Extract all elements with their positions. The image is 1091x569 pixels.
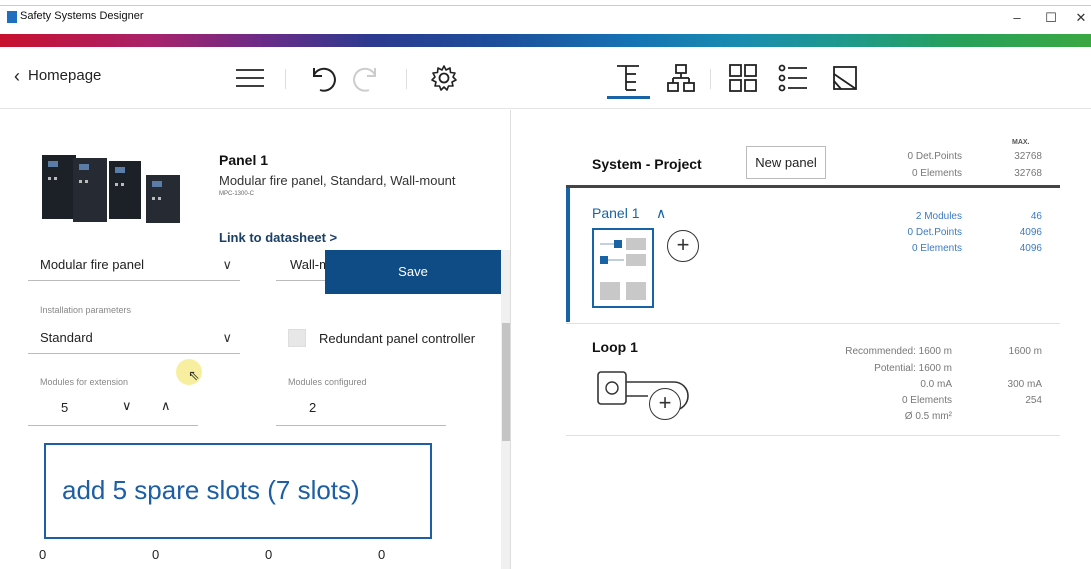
annotation-overlay: add 5 spare slots (7 slots) [44,443,432,539]
add-module-button[interactable]: + [667,230,699,262]
toolbar-divider [406,69,407,89]
system-tree-pane: System - Project New panel MAX. 0 Det.Po… [512,110,1091,569]
panel-code: MPC-1300-C [219,191,255,197]
selected-indicator [566,188,570,322]
panel-product-image [42,155,180,223]
chevron-up-icon[interactable]: ∧ [656,205,666,222]
mouse-pointer-icon: ⇖ [188,367,200,383]
loop-stat-max: 300 mA [1007,379,1042,390]
decrement-chevron-icon[interactable]: ∨ [122,398,132,414]
minimize-button[interactable]: – [1004,9,1030,27]
installation-select[interactable]: Standard ∨ [28,330,240,354]
chevron-down-icon: ∨ [222,257,232,272]
redundant-controller-label: Redundant panel controller [319,331,476,346]
close-button[interactable]: ✕ [1068,9,1091,27]
image-view-icon[interactable] [829,61,861,95]
loop-stat-label: 0.0 mA [920,379,952,390]
panel-type-select[interactable]: Modular fire panel ∨ [28,257,240,281]
panel-type-value: Modular fire panel [40,257,145,272]
loop-divider [566,435,1060,436]
system-stat-label: 0 Det.Points [907,151,962,162]
bottom-value-2: 0 [152,547,160,562]
system-stat-max: 32768 [1014,151,1042,162]
system-stat-max: 32768 [1014,168,1042,179]
window-title: Safety Systems Designer [20,10,144,22]
increment-chevron-icon[interactable]: ∧ [161,398,171,414]
panel-stat-max: 4096 [1019,243,1042,254]
toolbar-divider [285,69,286,89]
loop-stat-label: Ø 0.5 mm² [904,411,952,422]
scrollbar-thumb[interactable] [502,323,510,441]
panel-thumbnail[interactable] [592,228,654,308]
save-button[interactable]: Save [325,250,501,294]
system-title: System - Project [592,156,702,172]
modules-extension-value: 5 [61,400,69,415]
panel-stat-label: 2 Modules [915,211,962,222]
active-view-indicator [607,96,650,99]
loop-stat-max: 1600 m [1008,346,1042,357]
system-stat-label: 0 Elements [911,168,962,179]
panel-description: Modular fire panel, Standard, Wall-mount [219,173,456,188]
loop-stat-label: Potential: 1600 m [874,363,952,374]
chevron-down-icon: ∨ [222,330,232,345]
panel-name: Panel 1 [219,152,269,168]
bottom-value-3: 0 [265,547,273,562]
modules-configured-field: 2 [276,400,446,426]
panel-stat-max: 46 [1030,211,1042,222]
panel-stat-max: 4096 [1019,227,1042,238]
tree-view-icon[interactable] [612,61,644,95]
installation-value: Standard [40,330,93,345]
bottom-value-1: 0 [39,547,47,562]
panel-stat-label: 0 Det.Points [907,227,962,238]
network-view-icon[interactable] [665,61,697,95]
back-to-homepage-button[interactable]: ‹ Homepage [14,65,102,86]
undo-icon[interactable] [305,61,339,95]
menu-icon[interactable] [233,61,267,95]
annotation-text: add 5 spare slots (7 slots) [62,475,360,505]
back-label: Homepage [28,67,102,84]
installation-caption: Installation parameters [40,305,132,315]
redundant-controller-checkbox[interactable] [288,329,306,347]
modules-configured-value: 2 [309,400,317,415]
grid-view-icon[interactable] [727,61,759,95]
main-toolbar: ‹ Homepage [0,47,1091,109]
panel-card-name: Panel 1 [592,205,640,221]
maximize-button[interactable]: ☐ [1038,9,1064,27]
redo-icon[interactable] [350,61,384,95]
loop-name: Loop 1 [592,339,638,355]
modules-configured-caption: Modules configured [288,377,367,387]
window-titlebar: Safety Systems Designer – ☐ ✕ [0,6,1091,34]
list-view-icon[interactable] [777,61,809,95]
loop-stat-label: 0 Elements [901,395,952,406]
add-loop-element-button[interactable]: + [649,388,681,420]
panel-properties-pane: Panel 1 Modular fire panel, Standard, Wa… [0,110,511,569]
new-panel-button[interactable]: New panel [746,146,826,179]
modules-extension-caption: Modules for extension [40,377,129,387]
chevron-left-icon: ‹ [14,65,20,86]
modules-extension-stepper[interactable]: 5 ∨ ∧ [28,398,198,426]
mount-value: Wall-m [290,257,330,272]
loop-diagram-icon[interactable] [594,368,698,420]
max-column-header: MAX. [1012,139,1030,146]
loop-stat-label: Recommended: 1600 m [845,346,952,357]
datasheet-link[interactable]: Link to datasheet > [219,230,337,245]
panel-divider [566,323,1060,324]
settings-icon[interactable] [427,61,461,95]
bottom-value-4: 0 [378,547,386,562]
app-icon [7,11,17,23]
toolbar-divider [710,69,711,89]
brand-color-bar [0,34,1091,47]
loop-stat-max: 254 [1025,395,1042,406]
panel-1-card[interactable]: Panel 1 ∧ + 2 Modules 46 0 Det.Points 40… [566,188,1060,322]
panel-stat-label: 0 Elements [911,243,962,254]
